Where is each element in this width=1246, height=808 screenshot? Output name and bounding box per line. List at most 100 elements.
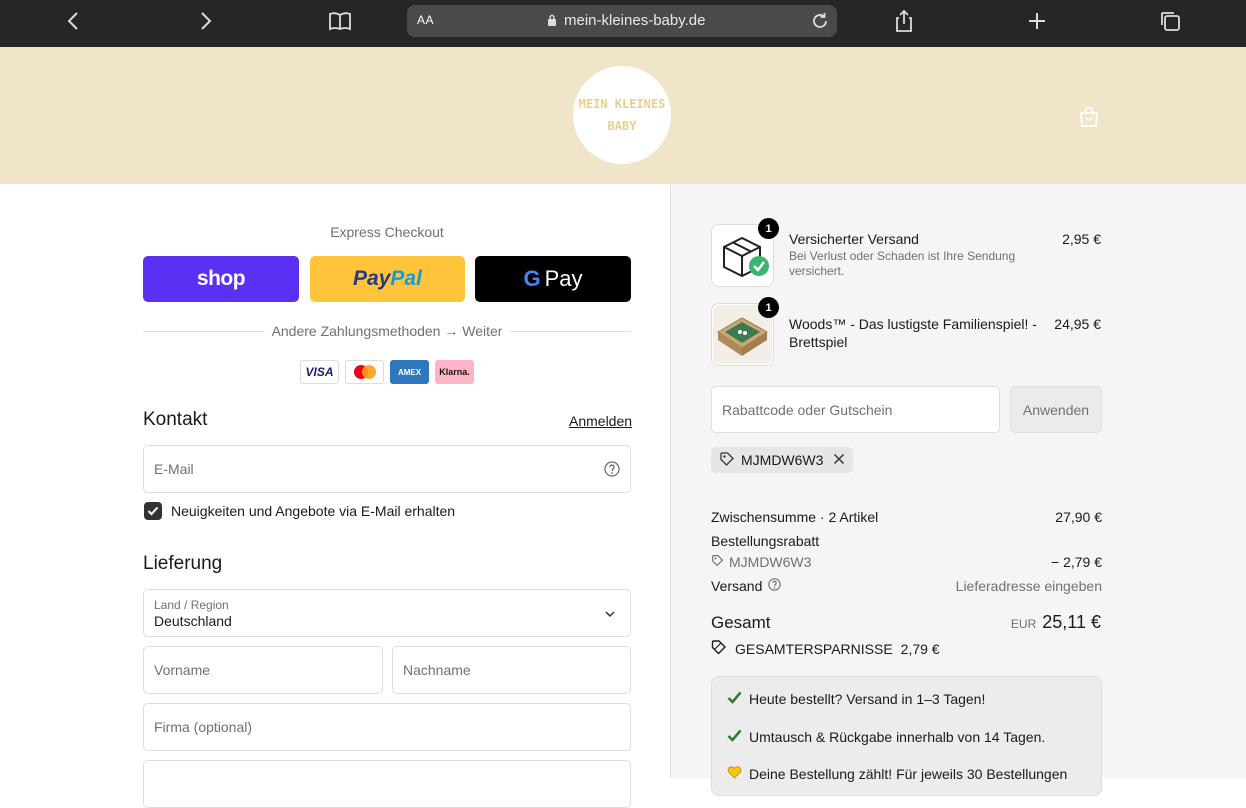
checkmark-icon (727, 729, 742, 745)
forward-icon[interactable] (189, 6, 223, 36)
order-item-price: 24,95 € (1054, 316, 1101, 332)
shop-pay-label: shop (196, 267, 246, 290)
shop-pay-button[interactable]: shop (143, 256, 299, 302)
order-discount-code-row: MJMDW6W3 − 2,79 € (711, 554, 1102, 570)
company-field[interactable]: Firma (optional) (143, 703, 631, 751)
logo-line-1: MEIN KLEINES (578, 97, 666, 111)
last-name-field[interactable]: Nachname (392, 646, 631, 694)
paypal-button[interactable]: Pay Pal (310, 256, 465, 302)
order-item-name: Woods™ - Das lustigste Familienspiel! - … (789, 316, 1037, 350)
subtotal-row: Zwischensumme · 2 Artikel 27,90 € (711, 509, 1102, 525)
back-icon[interactable] (56, 6, 90, 36)
share-icon[interactable] (887, 6, 921, 36)
klarna-logo: Klarna. (435, 360, 474, 384)
apply-discount-button[interactable]: Anwenden (1010, 386, 1102, 433)
address-bar[interactable]: AA mein-kleines-baby.de (407, 5, 837, 37)
reload-icon[interactable] (809, 10, 831, 37)
trust-badges-box: Heute bestellt? Versand in 1–3 Tagen! Um… (711, 676, 1102, 796)
order-item-description: Bei Verlust oder Schaden ist Ihre Sendun… (789, 249, 1016, 278)
order-discount-code: MJMDW6W3 (729, 554, 812, 570)
total-value: 25,11 € (1042, 612, 1101, 632)
shopping-bag-icon[interactable] (1077, 105, 1101, 134)
checkout-form-panel: Express Checkout shop Pay Pal G Pay Andere… (0, 184, 670, 808)
visa-logo: VISA (300, 360, 339, 384)
trust-item-text: Umtausch & Rückgabe innerhalb von 14 Tag… (749, 729, 1046, 745)
payment-method-logos: VISA AMEX Klarna. (300, 360, 474, 384)
order-discount-value: − 2,79 € (1051, 554, 1102, 570)
country-value: Deutschland (154, 613, 232, 629)
order-discount-row: Bestellungsrabatt (711, 533, 1102, 549)
savings-value: 2,79 € (900, 640, 940, 657)
delivery-title: Lieferung (143, 553, 223, 574)
country-label: Land / Region (154, 598, 229, 612)
trust-item: Umtausch & Rückgabe innerhalb von 14 Tag… (727, 729, 1045, 745)
amex-logo: AMEX (390, 360, 429, 384)
newsletter-checkbox[interactable] (144, 502, 162, 520)
remove-discount-icon[interactable] (833, 452, 845, 468)
mastercard-logo (345, 360, 384, 384)
email-placeholder: E-Mail (154, 461, 194, 477)
company-placeholder: Firma (optional) (154, 719, 253, 735)
last-name-placeholder: Nachname (403, 662, 471, 678)
order-item-name: Versicherter Versand (789, 231, 919, 247)
paypal-label-pal: Pal (390, 267, 422, 290)
login-link[interactable]: Anmelden (569, 413, 632, 429)
trust-item: Heute bestellt? Versand in 1–3 Tagen! (727, 691, 985, 707)
quantity-badge: 1 (758, 218, 779, 239)
yellow-heart-icon (727, 766, 742, 782)
shipping-value: Lieferadresse eingeben (955, 578, 1102, 594)
total-label: Gesamt (711, 613, 771, 632)
browser-toolbar: AA mein-kleines-baby.de (0, 0, 1246, 47)
paypal-label-pay: Pay (353, 267, 391, 290)
first-name-placeholder: Vorname (154, 662, 211, 678)
shop-header: MEIN KLEINES BABY (0, 47, 1246, 184)
discount-code-input[interactable]: Rabattcode oder Gutschein (711, 386, 1000, 433)
help-icon[interactable] (604, 461, 620, 482)
shop-logo[interactable]: MEIN KLEINES BABY (573, 66, 671, 164)
tabs-overview-icon[interactable] (1153, 6, 1187, 36)
new-tab-icon[interactable] (1020, 6, 1054, 36)
order-discount-label: Bestellungsrabatt (711, 533, 820, 549)
email-field[interactable]: E-Mail (143, 445, 631, 493)
bookmarks-icon[interactable] (323, 6, 357, 36)
tag-icon (719, 451, 735, 470)
first-name-field[interactable]: Vorname (143, 646, 383, 694)
lock-icon (547, 14, 557, 32)
order-item-price: 2,95 € (1062, 231, 1101, 247)
applied-discount-code: MJMDW6W3 (741, 452, 824, 468)
address-field[interactable] (143, 760, 631, 808)
order-summary-panel: 1 Versicherter Versand Bei Verlust oder … (670, 184, 1246, 796)
discount-code-placeholder: Rabattcode oder Gutschein (722, 402, 893, 418)
google-g-icon: G (523, 266, 541, 291)
contact-title: Kontakt (143, 409, 208, 430)
text-size-button[interactable]: AA (417, 13, 434, 27)
url-text: mein-kleines-baby.de (564, 12, 706, 29)
total-value-group: EUR 25,11 € (1011, 612, 1101, 633)
savings-tag-icon (711, 639, 727, 658)
newsletter-label: Neuigkeiten und Angebote via E-Mail erha… (171, 503, 456, 519)
checkmark-icon (727, 691, 742, 707)
subtotal-label: Zwischensumme · 2 Artikel (711, 509, 879, 525)
quantity-badge: 1 (758, 297, 779, 318)
google-pay-button[interactable]: G Pay (475, 256, 631, 302)
trust-item-text: Heute bestellt? Versand in 1–3 Tagen! (749, 691, 986, 707)
trust-item-text: Deine Bestellung zählt! Für jeweils 30 B… (749, 766, 1068, 782)
shipping-label: Versand (711, 578, 763, 594)
newsletter-option[interactable]: Neuigkeiten und Angebote via E-Mail erha… (144, 502, 455, 520)
other-payment-text: Andere Zahlungsmethoden → Weiter (271, 323, 503, 339)
order-item-thumbnail: 1 (711, 297, 779, 366)
total-currency: EUR (1010, 617, 1037, 631)
total-savings: GESAMTERSPARNISSE 2,79 € (711, 639, 940, 658)
tag-icon (711, 554, 724, 570)
subtotal-value: 27,90 € (1055, 509, 1102, 525)
chevron-down-icon (604, 607, 616, 625)
shipping-row: Versand Lieferadresse eingeben (711, 578, 1102, 594)
order-item-thumbnail: 1 (711, 218, 779, 287)
express-checkout-title: Express Checkout (330, 224, 444, 240)
other-payment-divider: Andere Zahlungsmethoden → Weiter (143, 322, 631, 340)
applied-discount-chip: MJMDW6W3 (711, 447, 854, 473)
logo-line-2: BABY (607, 119, 637, 133)
country-select[interactable]: Land / Region Deutschland (143, 589, 631, 637)
google-pay-label: Pay (544, 266, 583, 291)
help-icon[interactable] (768, 578, 782, 594)
